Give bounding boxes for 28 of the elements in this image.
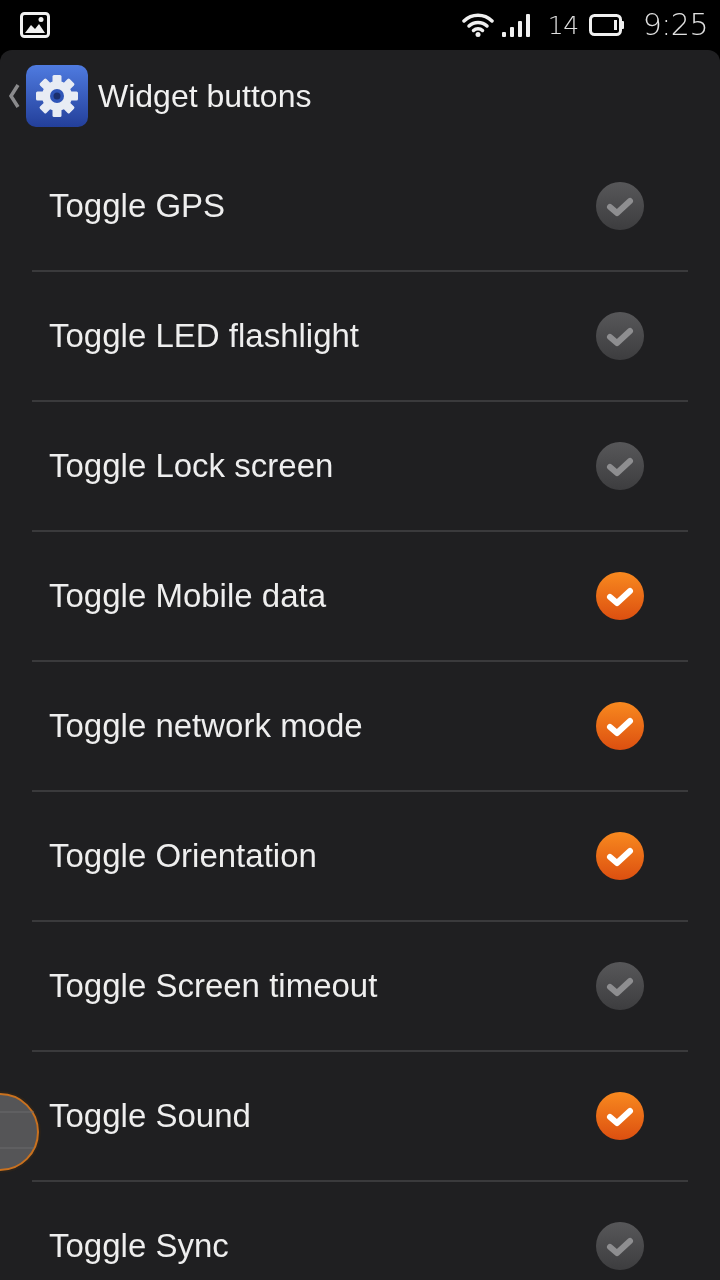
toggle-label: Toggle Mobile data bbox=[49, 577, 327, 615]
toggle-label: Toggle Sound bbox=[49, 1097, 251, 1135]
battery-icon bbox=[588, 14, 625, 36]
checkbox[interactable] bbox=[596, 1092, 644, 1140]
checkbox[interactable] bbox=[596, 702, 644, 750]
chevron-left-icon[interactable] bbox=[8, 83, 20, 109]
checkbox[interactable] bbox=[596, 182, 644, 230]
toggle-label: Toggle Orientation bbox=[49, 837, 317, 875]
toggle-label: Toggle network mode bbox=[49, 707, 363, 745]
floating-button[interactable] bbox=[0, 1088, 44, 1176]
signal-icon bbox=[501, 13, 532, 37]
checkbox[interactable] bbox=[596, 312, 644, 360]
toggle-label: Toggle LED flashlight bbox=[49, 317, 360, 355]
checkbox[interactable] bbox=[596, 962, 644, 1010]
checkbox[interactable] bbox=[596, 442, 644, 490]
toggle-label: Toggle Lock screen bbox=[49, 447, 334, 485]
toggle-label: Toggle GPS bbox=[49, 187, 226, 225]
toggle-label: Toggle Screen timeout bbox=[49, 967, 378, 1005]
screen-title: Widget buttons bbox=[98, 77, 312, 115]
image-icon bbox=[20, 12, 50, 38]
clock-time: 9:25 bbox=[642, 10, 708, 40]
checkbox[interactable] bbox=[596, 572, 644, 620]
battery-percent: 14 bbox=[547, 12, 579, 38]
gear-icon[interactable] bbox=[26, 65, 88, 127]
checkbox[interactable] bbox=[596, 832, 644, 880]
checkbox[interactable] bbox=[596, 1222, 644, 1270]
wifi-icon bbox=[461, 13, 494, 37]
toggle-label: Toggle Sync bbox=[49, 1227, 229, 1265]
